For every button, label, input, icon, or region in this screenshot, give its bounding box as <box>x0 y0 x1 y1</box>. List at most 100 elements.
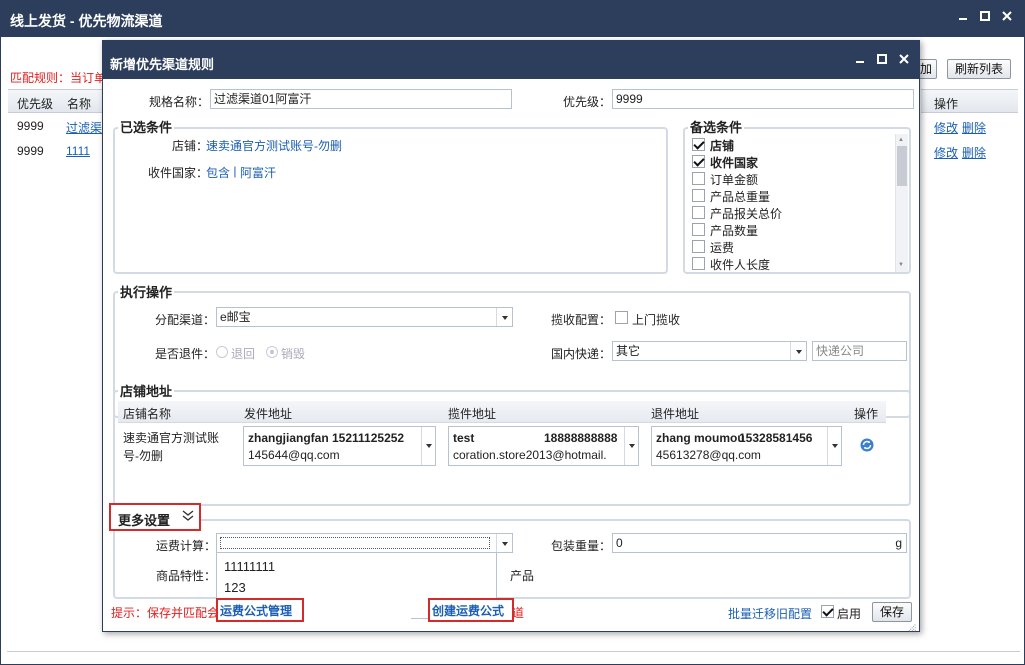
candidate-label: 收件国家 <box>710 156 759 170</box>
candidate-checkbox[interactable] <box>692 206 705 219</box>
new-rule-dialog: 新增优先渠道规则 规格名称： 过滤渠道01阿富汗 优先级： 9999 已选条件 … <box>102 40 920 632</box>
row-1-name[interactable]: 过滤渠 <box>66 119 102 136</box>
rule-name-input[interactable]: 过滤渠道01阿富汗 <box>210 89 512 109</box>
destroy-radio[interactable] <box>266 346 278 358</box>
maximize-icon[interactable] <box>978 7 992 27</box>
bottom-divider <box>7 651 1020 652</box>
main-window-title: 线上发货 - 优先物流渠道 <box>10 13 163 29</box>
product-feature-tail: 产品 <box>510 569 535 583</box>
candidate-label: 订单金额 <box>710 173 759 187</box>
candidate-item[interactable]: 运费 <box>692 239 882 255</box>
candidate-label: 店铺 <box>710 139 735 153</box>
refresh-list-button[interactable]: 刷新列表 <box>947 59 1011 79</box>
refresh-icon[interactable] <box>860 438 874 452</box>
pickup-checkbox[interactable] <box>615 311 628 324</box>
candidate-item[interactable]: 产品报关总价 <box>692 205 882 221</box>
freight-option-2[interactable]: 123 <box>224 580 246 595</box>
col-name: 名称 <box>67 97 92 111</box>
country-label: 收件国家： <box>148 166 209 180</box>
shop-value-link[interactable]: 速卖通官方测试账号-勿删 <box>206 137 342 154</box>
pickup-address-email: coration.store2013@hotmail. <box>453 448 607 462</box>
chevron-down-icon[interactable] <box>421 427 435 465</box>
chevron-down-icon[interactable] <box>496 534 512 552</box>
shop-label: 店铺： <box>172 139 209 153</box>
candidate-checkbox[interactable] <box>692 257 705 270</box>
send-address-name: zhangjiangfan 15211125252 <box>248 431 405 445</box>
row-1-delete-link[interactable]: 删除 <box>962 119 986 136</box>
channel-select[interactable]: e邮宝 <box>216 307 513 327</box>
chevron-down-icon[interactable] <box>624 427 638 465</box>
candidate-scrollbar[interactable]: ▲ ▼ <box>895 134 908 272</box>
main-window-titlebar: 线上发货 - 优先物流渠道 <box>1 1 1024 37</box>
pickup-option-label: 上门揽收 <box>632 313 681 327</box>
pickup-address-select[interactable]: test 18888888888 coration.store2013@hotm… <box>448 426 639 466</box>
candidate-conditions-title: 备选条件 <box>688 117 745 136</box>
row-2-delete-link[interactable]: 删除 <box>962 144 986 161</box>
minimize-icon[interactable] <box>956 7 970 27</box>
dialog-minimize-icon[interactable] <box>853 50 867 70</box>
candidate-item[interactable]: 订单金额 <box>692 171 882 187</box>
chevron-down-icon[interactable] <box>496 308 512 326</box>
candidate-checkbox[interactable] <box>692 240 705 253</box>
domestic-value: 其它 <box>616 344 641 358</box>
dialog-close-icon[interactable] <box>897 50 911 70</box>
address-col-ops: 操作 <box>854 407 879 421</box>
candidate-item[interactable]: 收件国家 <box>692 154 882 170</box>
col-ops: 操作 <box>934 97 959 111</box>
row-2-edit-link[interactable]: 修改 <box>934 144 958 161</box>
rule-name-label: 规格名称： <box>149 95 210 109</box>
priority-input[interactable]: 9999 <box>612 89 914 109</box>
weight-input[interactable]: 0 g <box>612 533 907 553</box>
grid-header: 优先级 名称 <box>8 89 104 113</box>
scrollbar-thumb[interactable] <box>897 146 907 186</box>
product-feature-label: 商品特性： <box>156 569 217 583</box>
address-title: 店铺地址 <box>118 381 175 400</box>
enable-checkbox[interactable] <box>821 605 834 618</box>
candidate-checkbox[interactable] <box>692 223 705 236</box>
channel-label: 分配渠道： <box>155 313 216 327</box>
weight-unit: g <box>895 536 902 550</box>
return-radio[interactable] <box>216 346 228 358</box>
weight-label: 包装重量： <box>551 539 612 553</box>
row-2-name[interactable]: 1111 <box>66 144 90 158</box>
candidate-item[interactable]: 产品总重量 <box>692 188 882 204</box>
return-address-phone: 15328581456 <box>739 431 813 445</box>
country-include-link[interactable]: 包含 <box>206 164 230 181</box>
chevron-down-icon[interactable] <box>790 342 806 360</box>
match-rule-text: 匹配规则：当订单 <box>10 71 107 85</box>
row-2-priority: 9999 <box>17 144 44 158</box>
country-value-link[interactable]: 阿富汗 <box>240 164 276 181</box>
close-icon[interactable] <box>1000 7 1014 27</box>
pickup-label: 揽收配置： <box>551 313 612 327</box>
pickup-address-phone: 18888888888 <box>544 431 618 445</box>
dialog-titlebar: 新增优先渠道规则 <box>103 41 919 79</box>
priority-label: 优先级： <box>563 95 612 109</box>
candidate-checkbox[interactable] <box>692 138 705 151</box>
candidate-checkbox[interactable] <box>692 189 705 202</box>
candidate-item[interactable]: 产品数量 <box>692 222 882 238</box>
row-1-priority: 9999 <box>17 119 44 133</box>
candidate-checkbox[interactable] <box>692 155 705 168</box>
candidate-item[interactable]: 收件人长度 <box>692 256 882 272</box>
dialog-title: 新增优先渠道规则 <box>110 57 215 72</box>
execute-title: 执行操作 <box>118 282 175 301</box>
domestic-select[interactable]: 其它 <box>612 341 807 361</box>
send-address-select[interactable]: zhangjiangfan 15211125252 145644@qq.com <box>243 426 436 466</box>
resize-grip-icon[interactable] <box>907 621 917 632</box>
destroy-option-label: 销毁 <box>281 347 306 361</box>
save-button[interactable]: 保存 <box>872 602 912 622</box>
return-address-select[interactable]: zhang moumou 15328581456 45613278@qq.com <box>651 426 842 466</box>
freight-select-focus <box>220 537 490 549</box>
courier-input[interactable]: 快递公司 <box>812 341 907 361</box>
freight-option-1[interactable]: 11111111 <box>224 559 275 574</box>
candidate-checkbox[interactable] <box>692 172 705 185</box>
chevron-down-icon[interactable] <box>827 427 841 465</box>
batch-migrate-link[interactable]: 批量迁移旧配置 <box>728 605 812 622</box>
freight-select[interactable] <box>216 533 513 553</box>
dialog-maximize-icon[interactable] <box>875 50 889 70</box>
row-1-edit-link[interactable]: 修改 <box>934 119 958 136</box>
candidate-item[interactable]: 店铺 <box>692 137 882 153</box>
candidate-label: 运费 <box>710 241 735 255</box>
enable-label: 启用 <box>837 607 862 621</box>
col-priority: 优先级 <box>17 97 54 111</box>
